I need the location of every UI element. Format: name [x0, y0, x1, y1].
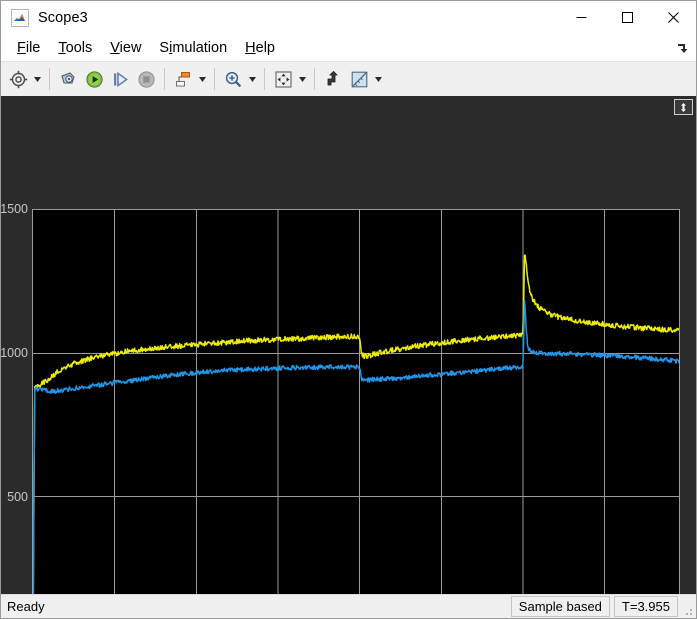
menu-item-simulation[interactable]: Simulation [150, 37, 236, 59]
maximize-icon [621, 12, 633, 23]
toolbar-separator [164, 68, 165, 90]
zoom-in-icon [225, 71, 241, 87]
matlab-scope-icon [11, 8, 29, 27]
status-right-group: Sample based T=3.955 [507, 596, 694, 617]
layout-icon [175, 71, 190, 86]
cursor-icon [327, 70, 338, 85]
ruler-icon [351, 71, 367, 87]
plot-canvas [33, 210, 679, 594]
measurements-button[interactable] [346, 66, 372, 92]
stop-button[interactable] [133, 66, 159, 92]
autoscale-caret[interactable] [296, 66, 309, 92]
close-button[interactable] [650, 1, 696, 34]
autoscale-icon [274, 70, 292, 88]
step-forward-button[interactable] [107, 66, 133, 92]
layout-caret[interactable] [196, 66, 209, 92]
chevron-down-icon [249, 76, 256, 82]
resize-grip-icon[interactable] [680, 603, 694, 617]
undock-arrow-icon[interactable] [674, 40, 690, 56]
status-bar: Ready Sample based T=3.955 [1, 594, 696, 618]
measurements-caret[interactable] [372, 66, 385, 92]
gear-icon [9, 70, 27, 88]
menu-item-help[interactable]: Help [236, 37, 284, 59]
maximize-axes-icon [681, 102, 686, 112]
scope-plot-area[interactable]: 050010001500 00.511.522.533.5 [1, 96, 696, 594]
chevron-down-icon [34, 76, 41, 82]
menu-bar: File Tools View Simulation Help [1, 34, 696, 61]
minimize-icon [576, 17, 586, 18]
run-button[interactable] [81, 66, 107, 92]
plot-frame[interactable] [32, 209, 680, 594]
minimize-button[interactable] [558, 1, 604, 34]
print-icon [60, 71, 75, 83]
layout-button[interactable] [170, 66, 196, 92]
chevron-down-icon [199, 76, 206, 82]
stop-icon [137, 70, 155, 88]
toolbar-separator [264, 68, 265, 90]
toolbar-separator [214, 68, 215, 90]
toolbar-separator [49, 68, 50, 90]
status-time: T=3.955 [613, 596, 678, 617]
step-icon [113, 71, 128, 87]
title-bar: Scope3 [1, 1, 696, 34]
toolbar-separator [314, 68, 315, 90]
menu-item-view[interactable]: View [101, 37, 150, 59]
status-message: Ready [7, 599, 45, 614]
print-button[interactable] [55, 66, 81, 92]
play-icon [85, 70, 103, 88]
window-title: Scope3 [38, 9, 88, 26]
menu-item-tools[interactable]: Tools [49, 37, 101, 59]
maximize-button[interactable] [604, 1, 650, 34]
chevron-down-icon [299, 76, 306, 82]
zoom-in-button[interactable] [220, 66, 246, 92]
toolbar [1, 61, 696, 96]
scope-window: Scope3 File Tools View Simulation Help 5… [0, 0, 697, 619]
cursor-measurements-button[interactable] [320, 66, 346, 92]
configuration-properties-button[interactable] [5, 66, 31, 92]
zoom-in-caret[interactable] [246, 66, 259, 92]
status-sample-mode: Sample based [510, 596, 610, 617]
menu-item-file[interactable]: File [8, 37, 49, 59]
maximize-axes-button[interactable] [674, 99, 693, 115]
close-icon [667, 12, 679, 23]
window-controls [558, 1, 696, 34]
configuration-properties-caret[interactable] [31, 66, 44, 92]
chevron-down-icon [375, 76, 382, 82]
autoscale-button[interactable] [270, 66, 296, 92]
